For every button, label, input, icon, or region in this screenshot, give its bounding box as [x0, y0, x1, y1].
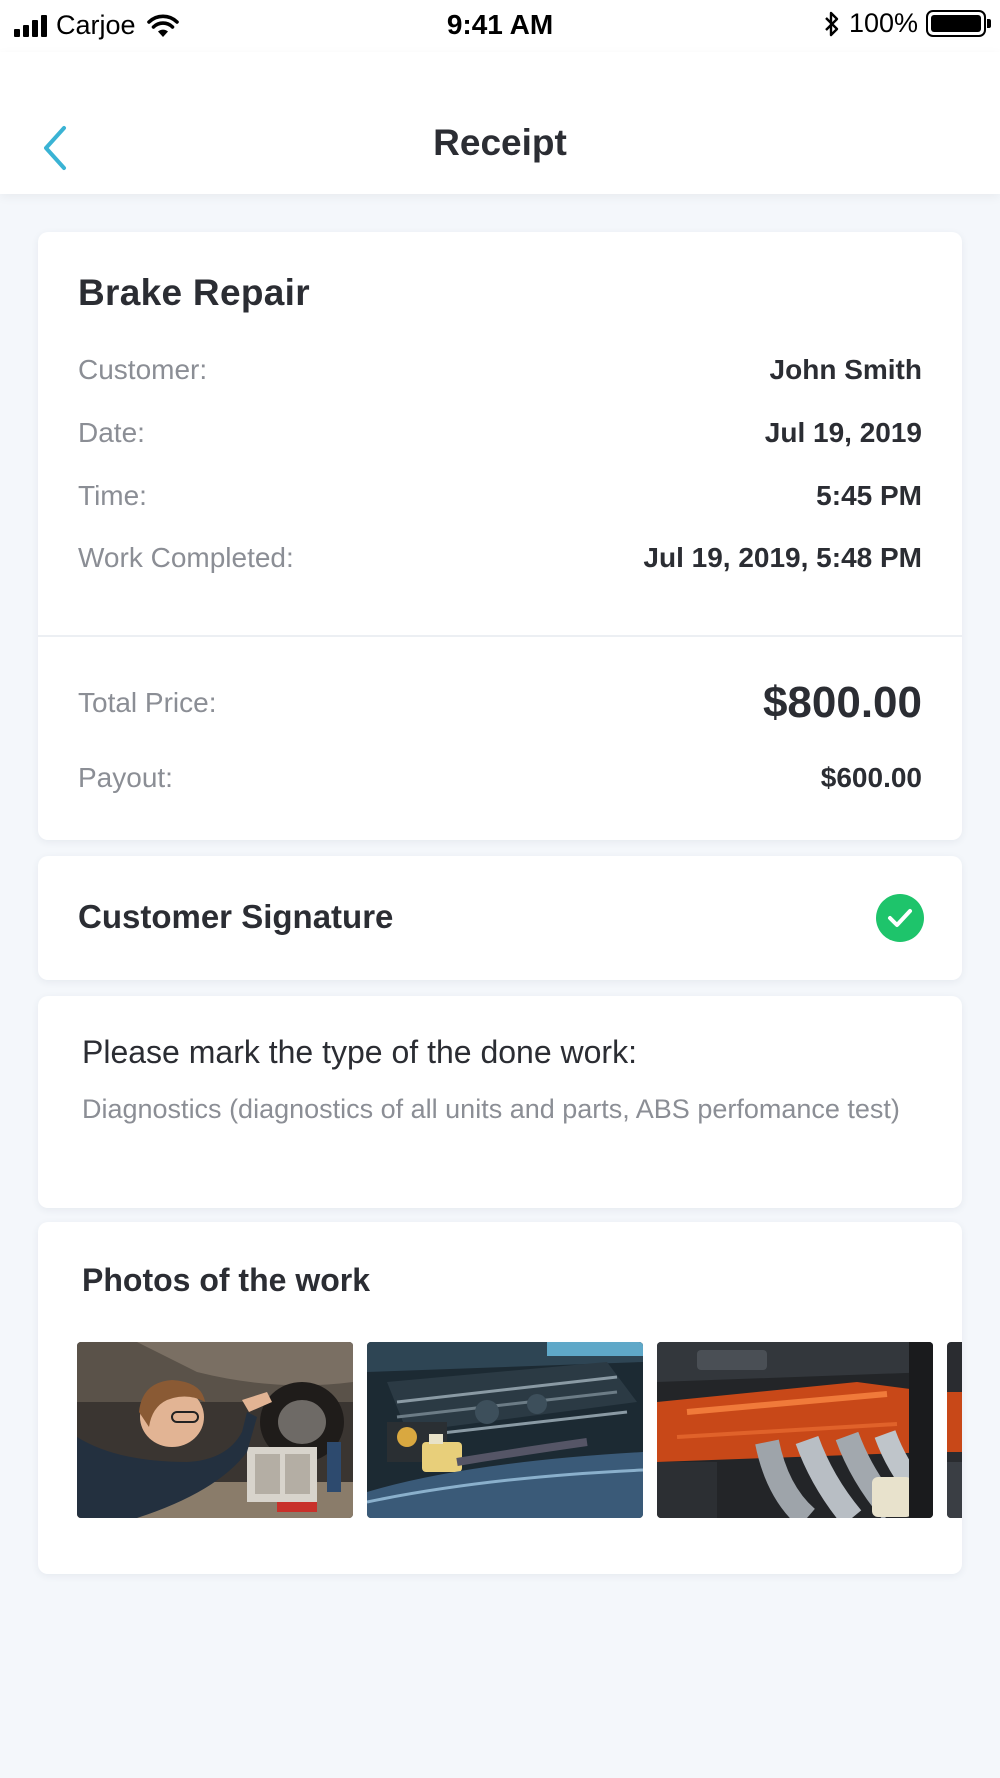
work-completed-label: Work Completed:: [78, 542, 294, 573]
battery-icon: [926, 10, 991, 37]
orange-engine-photo[interactable]: [657, 1342, 933, 1518]
signature-title: Customer Signature: [78, 898, 394, 935]
time-row: Time: 5:45 PM: [78, 480, 922, 512]
time-value: 5:45 PM: [816, 480, 922, 511]
photos-card: Photos of the work: [38, 1222, 962, 1574]
work-type-title: Please mark the type of the done work:: [82, 1034, 637, 1070]
battery-percent: 100%: [848, 8, 918, 38]
total-price-row: Total Price: $800.00: [78, 678, 922, 728]
customer-label: Customer:: [78, 354, 208, 385]
page-title: Receipt: [433, 122, 567, 163]
status-bar: Carjoe 9:41 AM 100%: [0, 0, 1000, 52]
receipt-card: Brake Repair Customer: John Smith Date: …: [38, 232, 962, 840]
photos-strip[interactable]: [77, 1342, 962, 1520]
date-value: Jul 19, 2019: [764, 417, 922, 448]
engine-photo-partial[interactable]: [947, 1342, 962, 1518]
payout-value: $600.00: [820, 762, 922, 793]
work-type-card[interactable]: Please mark the type of the done work: D…: [38, 996, 962, 1208]
mechanic-under-car-photo[interactable]: [77, 1342, 353, 1518]
date-row: Date: Jul 19, 2019: [78, 417, 922, 449]
work-completed-value: Jul 19, 2019, 5:48 PM: [643, 542, 922, 573]
total-price-value: $800.00: [762, 678, 922, 727]
customer-row: Customer: John Smith: [78, 354, 922, 386]
check-circle-icon: [876, 894, 924, 942]
work-completed-row: Work Completed: Jul 19, 2019, 5:48 PM: [78, 542, 922, 574]
nav-bar: Receipt: [0, 52, 1000, 194]
date-label: Date:: [78, 417, 145, 448]
payout-row: Payout: $600.00: [78, 762, 922, 794]
job-title: Brake Repair: [78, 272, 310, 313]
customer-signature-card[interactable]: Customer Signature: [38, 856, 962, 980]
divider: [38, 635, 962, 637]
work-type-description: Diagnostics (diagnostics of all units an…: [82, 1094, 900, 1124]
customer-value: John Smith: [769, 354, 922, 385]
total-price-label: Total Price:: [78, 687, 217, 718]
time-label: Time:: [78, 480, 147, 511]
engine-bay-photo[interactable]: [367, 1342, 643, 1518]
payout-label: Payout:: [78, 762, 173, 793]
photos-title: Photos of the work: [82, 1262, 370, 1298]
bluetooth-icon: [825, 11, 839, 36]
